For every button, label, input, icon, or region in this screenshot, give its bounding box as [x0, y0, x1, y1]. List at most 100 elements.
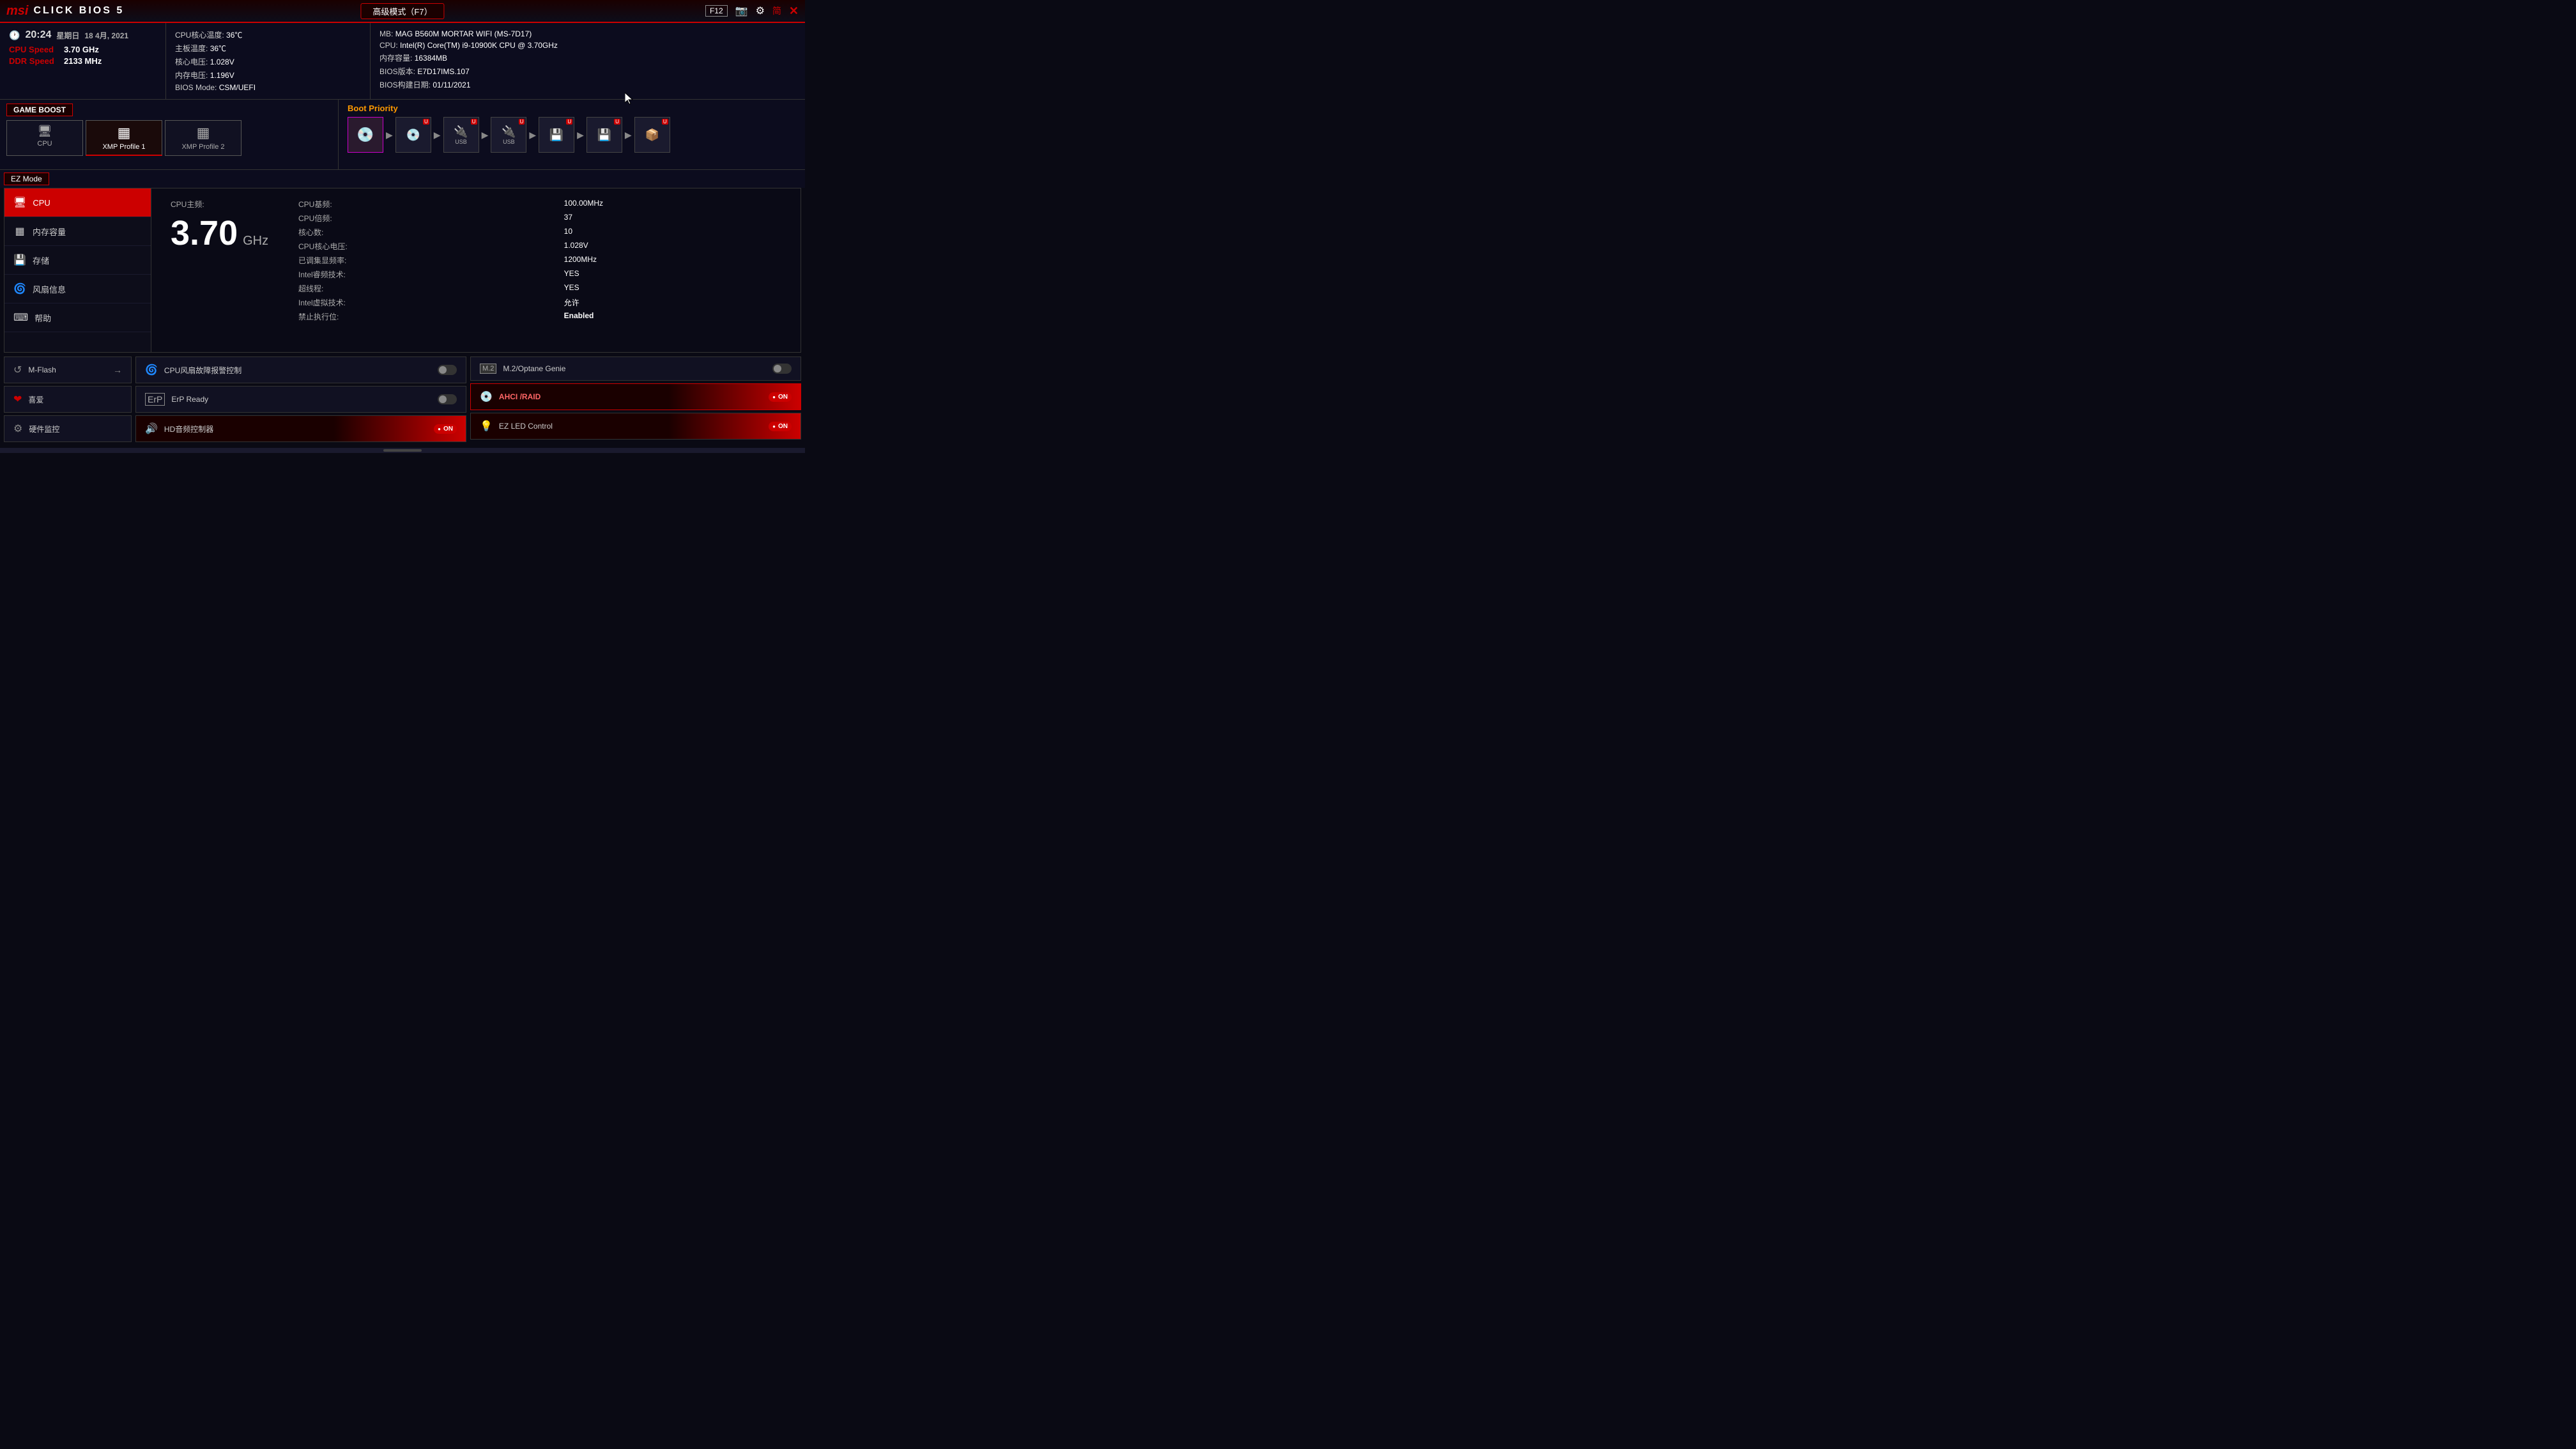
boot-device-5[interactable]: U 💾	[539, 117, 574, 153]
bios-mode-value: CSM/UEFI	[219, 83, 256, 92]
settings-icon[interactable]: ⚙	[756, 4, 765, 17]
mflash-button[interactable]: ↺ M-Flash →	[4, 356, 132, 383]
boot-device-4[interactable]: U 🔌 USB	[491, 117, 526, 153]
boot-device-5-icon: 💾	[549, 128, 564, 142]
ahci-button[interactable]: 💿 AHCI /RAID ON	[470, 383, 801, 410]
sidebar-item-memory[interactable]: ▦ 内存容量	[4, 217, 151, 246]
cpu-fan-toggle[interactable]	[438, 365, 457, 375]
boot-device-3-icon: 🔌	[454, 125, 468, 139]
advanced-mode-button[interactable]: 高级模式（F7）	[360, 3, 444, 19]
hobby-button[interactable]: ❤ 喜爱	[4, 386, 132, 413]
temp-info-section: CPU核心温度: 36℃ 主板温度: 36℃ 核心电压: 1.028V 内存电压…	[166, 23, 371, 99]
hd-audio-label: HD音频控制器	[164, 424, 213, 434]
xmp1-tab-icon: ▦	[118, 125, 131, 141]
mb-label: MB:	[379, 29, 393, 38]
hw-monitor-button[interactable]: ⚙ 硬件监控	[4, 415, 132, 442]
cpu-detail-panel: CPU主频: 3.70 GHz CPU基频: 100.00MHz CPU倍频: …	[151, 188, 801, 352]
cpu-full-value: Intel(R) Core(TM) i9-10900K CPU @ 3.70GH…	[400, 41, 558, 50]
core-voltage-value: 1.028V	[210, 57, 234, 66]
cpu-label: CPU:	[379, 41, 398, 50]
ez-led-button[interactable]: 💡 EZ LED Control ON	[470, 413, 801, 440]
xmp2-tab-icon: ▦	[197, 125, 210, 141]
hd-audio-toggle[interactable]: ON	[434, 424, 457, 434]
ahci-toggle[interactable]: ON	[769, 392, 792, 402]
boot-arrow-2: ▶	[434, 130, 441, 141]
sidebar-item-fan[interactable]: 🌀 风扇信息	[4, 275, 151, 303]
spec-label-8: 禁止执行位:	[298, 311, 526, 322]
sidebar-item-help[interactable]: ⌨ 帮助	[4, 303, 151, 332]
spec-label-5: Intel睿频技术:	[298, 269, 526, 280]
capture-icon[interactable]: 📷	[735, 4, 748, 17]
spec-value-7: 允许	[564, 297, 781, 308]
cpu-tab-icon: 🖥	[38, 125, 52, 138]
ddr-speed-label: DDR Speed	[9, 56, 60, 66]
ez-led-toggle[interactable]: ON	[769, 422, 792, 431]
help-sidebar-icon: ⌨	[13, 311, 28, 324]
mem-voltage-value: 1.196V	[210, 71, 234, 80]
hd-audio-button[interactable]: 🔊 HD音频控制器 ON	[135, 415, 466, 442]
game-boost-xmp2-tab[interactable]: ▦ XMP Profile 2	[165, 120, 241, 156]
usb-badge-2: U	[423, 119, 429, 125]
game-boost-xmp1-tab[interactable]: ▦ XMP Profile 1	[86, 120, 162, 156]
ahci-label: AHCI /RAID	[499, 392, 540, 401]
ez-mode-header: EZ Mode	[4, 172, 49, 185]
core-voltage-label: 核心电压:	[175, 57, 208, 66]
boot-device-1-icon: 💿	[356, 126, 374, 143]
sidebar-item-storage[interactable]: 💾 存储	[4, 246, 151, 275]
erp-button[interactable]: ErP ErP Ready	[135, 386, 466, 413]
spec-label-1: CPU倍频:	[298, 213, 526, 224]
cpu-fan-icon: 🌀	[145, 364, 158, 376]
bottom-right-col: M.2 M.2/Optane Genie 💿 AHCI /RAID ON 💡 E…	[470, 356, 801, 429]
bios-ver-value: E7D17IMS.107	[417, 67, 469, 76]
spec-label-2: 核心数:	[298, 227, 526, 238]
cpu-freq-value: 3.70	[171, 216, 238, 250]
erp-toggle[interactable]	[438, 394, 457, 404]
bios-mode-label: BIOS Mode:	[175, 83, 217, 92]
spec-label-0: CPU基频:	[298, 199, 526, 210]
boot-priority-section: Boot Priority 💿 ▶ U 💿 ▶ U 🔌 USB	[339, 100, 805, 169]
system-time-section: 🕐 20:24 星期日 18 4月, 2021 CPU Speed 3.70 G…	[0, 23, 166, 99]
m2-button[interactable]: M.2 M.2/Optane Genie	[470, 356, 801, 381]
game-boost-cpu-tab[interactable]: 🖥 CPU	[6, 120, 83, 156]
cpu-sidebar-label: CPU	[33, 198, 50, 208]
boot-arrow-3: ▶	[482, 130, 489, 141]
mb-temp-label: 主板温度:	[175, 44, 208, 53]
boot-device-1[interactable]: 💿	[348, 117, 383, 153]
cpu-fan-button[interactable]: 🌀 CPU风扇故障报警控制	[135, 356, 466, 383]
m2-toggle[interactable]	[772, 364, 792, 374]
help-sidebar-label: 帮助	[34, 312, 51, 324]
bottom-left-col: ↺ M-Flash → ❤ 喜爱 ⚙ 硬件监控	[4, 356, 132, 429]
xmp2-tab-label: XMP Profile 2	[181, 143, 224, 151]
xmp1-tab-label: XMP Profile 1	[102, 143, 145, 151]
hobby-label: 喜爱	[28, 394, 43, 405]
mflash-icon: ↺	[13, 364, 22, 376]
m2-label: M.2/Optane Genie	[503, 364, 565, 373]
spec-label-4: 已调集显频率:	[298, 255, 526, 266]
close-button[interactable]: ✕	[789, 4, 799, 18]
mflash-arrow: →	[113, 365, 122, 375]
ahci-icon: 💿	[480, 390, 493, 403]
scrollbar[interactable]	[0, 448, 805, 453]
hobby-icon: ❤	[13, 393, 22, 406]
system-info-section: MB: MAG B560M MORTAR WIFI (MS-7D17) CPU:…	[371, 23, 805, 99]
usb-badge-5: U	[566, 119, 572, 125]
m2-icon: M.2	[480, 364, 496, 374]
erp-icon: ErP	[145, 393, 165, 406]
boot-device-6[interactable]: U 💾	[586, 117, 622, 153]
bios-date-value: 01/11/2021	[433, 80, 470, 89]
fan-sidebar-label: 风扇信息	[33, 283, 66, 295]
boot-device-4-label: USB	[503, 139, 515, 145]
screenshot-button[interactable]: F12	[705, 5, 728, 17]
spec-value-2: 10	[564, 227, 781, 238]
boot-device-7[interactable]: U 📦	[634, 117, 670, 153]
bios-title: CLICK BIOS 5	[33, 5, 124, 17]
sidebar-item-cpu[interactable]: 🖥 CPU	[4, 188, 151, 217]
cpu-sidebar-icon: 🖥	[13, 196, 26, 209]
memory-sidebar-icon: ▦	[13, 225, 26, 238]
boot-device-3[interactable]: U 🔌 USB	[443, 117, 479, 153]
cpu-freq-section: CPU主频: 3.70 GHz	[171, 199, 273, 342]
language-label[interactable]: 简	[772, 4, 781, 17]
spec-value-5: YES	[564, 269, 781, 280]
boot-device-2[interactable]: U 💿	[395, 117, 431, 153]
ez-sidebar: 🖥 CPU ▦ 内存容量 💾 存储 🌀 风扇信息 ⌨ 帮助	[4, 188, 151, 352]
